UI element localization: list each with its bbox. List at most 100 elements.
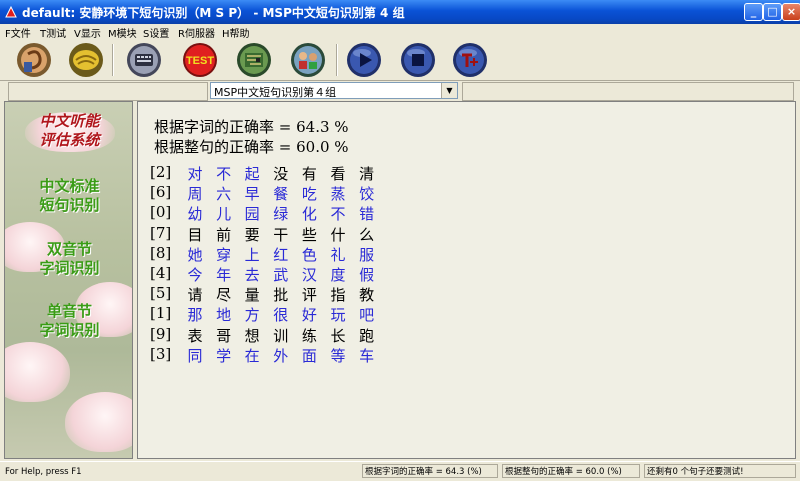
- sentence-char: 蒸: [330, 185, 346, 204]
- minimize-button[interactable]: _: [744, 3, 763, 21]
- toolbar-separator: [112, 44, 114, 76]
- status-remaining: 还剩有0 个句子还要测试!: [644, 464, 796, 478]
- combo-row: MSP中文短句识别第４组 ▼: [0, 81, 800, 101]
- combo-left-panel: [8, 82, 208, 101]
- circuit-icon[interactable]: [236, 42, 272, 78]
- sentence-char: 幼: [187, 205, 203, 224]
- sentence-char: 服: [359, 245, 375, 264]
- menu-module[interactable]: M模块: [108, 25, 137, 40]
- sentence-char: 清: [359, 165, 375, 183]
- group-select-value: MSP中文短句识别第４组: [214, 86, 337, 99]
- status-bar: For Help, press F1 根据字词的正确率 = 64.3 (%) 根…: [0, 461, 800, 481]
- stop-icon[interactable]: [400, 42, 436, 78]
- sentence-char: 跑: [359, 326, 375, 345]
- sentence-char: 想: [244, 326, 260, 345]
- lotus-decoration: [5, 342, 70, 402]
- sentence-char: 穿: [216, 245, 232, 264]
- t-plus-icon[interactable]: [452, 42, 488, 78]
- sentence-char: 在: [244, 346, 260, 365]
- sentence-index: [3]: [150, 344, 172, 363]
- sentence-char: 武: [273, 266, 289, 284]
- chevron-down-icon[interactable]: ▼: [441, 83, 457, 98]
- sentence-char: 汉: [301, 266, 317, 284]
- sentence-char: 些: [301, 225, 317, 244]
- sentence-char: 请: [187, 286, 203, 305]
- sentence-char: 今: [187, 266, 203, 284]
- sentence-char: 表: [187, 326, 203, 345]
- sentence-char: 色: [301, 245, 317, 264]
- sentence-char: 不: [330, 205, 346, 224]
- status-help: For Help, press F1: [5, 467, 82, 477]
- status-word-accuracy: 根据字词的正确率 = 64.3 (%): [362, 464, 498, 478]
- sentence-char: 好: [301, 306, 317, 325]
- sentence-char: 餐: [273, 185, 289, 204]
- menu-help[interactable]: H帮助: [222, 25, 250, 40]
- combo-right-panel: [462, 82, 794, 101]
- sidebar-item-disyllable[interactable]: 双音节 字词识别: [5, 240, 132, 278]
- window-title: default: 安静环境下短句识别（M S P） - MSP中文短句识别第 4…: [22, 6, 405, 20]
- sentence-char: 吧: [359, 306, 375, 325]
- sentence-char: 不: [216, 165, 232, 183]
- sidebar-item-standard-sentence[interactable]: 中文标准 短句识别: [5, 177, 132, 215]
- sentence-index: [7]: [150, 223, 172, 242]
- menu-view[interactable]: V显示: [74, 25, 101, 40]
- sentence-char: 评: [301, 286, 317, 305]
- sentence-char: 方: [244, 306, 260, 325]
- sentence-char: 长: [330, 326, 346, 345]
- sentence-char: 那: [187, 306, 203, 325]
- sentence-char: 早: [244, 185, 260, 204]
- sentence-char: 度: [330, 266, 346, 284]
- sentence-char: 去: [244, 266, 260, 284]
- sentence-char: 前: [216, 225, 232, 244]
- sentence-char: 年: [216, 266, 232, 284]
- sentence-char: 外: [273, 346, 289, 365]
- menu-server[interactable]: R伺服器: [178, 25, 215, 40]
- sentence-char: 练: [301, 326, 317, 345]
- sentence-char: 绿: [273, 205, 289, 224]
- sidebar-item-monosyllable[interactable]: 单音节 字词识别: [5, 302, 132, 340]
- close-button[interactable]: ×: [782, 3, 800, 21]
- sentence-char: 饺: [359, 185, 375, 204]
- sentence-char: 礼: [330, 245, 346, 264]
- sentence-char: 没: [273, 165, 289, 183]
- sentence-char: 同: [187, 346, 203, 365]
- sentence-char: 地: [216, 306, 232, 325]
- sentence-char: 哥: [216, 326, 232, 345]
- menu-file[interactable]: F文件: [5, 25, 31, 40]
- toolbar: TEST: [0, 40, 800, 81]
- sentence-char: 尽: [216, 286, 232, 305]
- sentence-char: 起: [244, 165, 260, 183]
- sentence-char: 玩: [330, 306, 346, 325]
- people-icon[interactable]: [290, 42, 326, 78]
- sentence-char: 什: [330, 225, 346, 244]
- app-icon: [5, 5, 17, 18]
- sentence-char: 园: [244, 205, 260, 224]
- sentence-char: 干: [273, 225, 289, 244]
- keyboard-icon[interactable]: [126, 42, 162, 78]
- sentence-char: 儿: [216, 205, 232, 224]
- sentence-char: 批: [273, 286, 289, 305]
- sentence-char: 上: [244, 245, 260, 264]
- menu-settings[interactable]: S设置: [143, 25, 169, 40]
- brain-icon[interactable]: [68, 42, 104, 78]
- sentence-index: [6]: [150, 183, 172, 202]
- lotus-decoration: [65, 392, 132, 452]
- menu-test[interactable]: T测试: [40, 25, 66, 40]
- group-select[interactable]: MSP中文短句识别第４组 ▼: [210, 82, 458, 99]
- title-bar[interactable]: default: 安静环境下短句识别（M S P） - MSP中文短句识别第 4…: [0, 0, 800, 24]
- sentence-char: 么: [359, 225, 375, 244]
- sentence-char: 她: [187, 245, 203, 264]
- play-icon[interactable]: [346, 42, 382, 78]
- toolbar-separator: [336, 44, 338, 76]
- sentence-index: [4]: [150, 264, 172, 282]
- sentence-index: [8]: [150, 243, 172, 262]
- sentence-char: 等: [330, 346, 346, 365]
- test-icon[interactable]: TEST: [182, 42, 218, 78]
- sentence-index: [5]: [150, 284, 172, 303]
- test-label: TEST: [186, 55, 214, 67]
- sentence-char: 有: [301, 165, 317, 183]
- ear-icon[interactable]: [16, 42, 52, 78]
- maximize-button[interactable]: □: [763, 3, 782, 21]
- sentence-char: 看: [330, 165, 346, 183]
- sentence-char: 对: [187, 165, 203, 183]
